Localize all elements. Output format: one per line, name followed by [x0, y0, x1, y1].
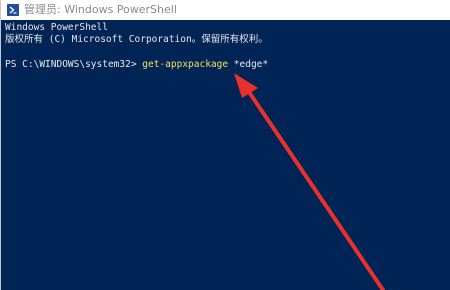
- powershell-icon: [7, 4, 19, 16]
- banner-line-2: 版权所有 (C) Microsoft Corporation。保留所有权利。: [5, 34, 268, 45]
- window-title: 管理员: Windows PowerShell: [24, 3, 177, 16]
- banner-line-1: Windows PowerShell: [5, 22, 108, 33]
- prompt-line: PS C:\WINDOWS\system32> get-appxpackage …: [5, 59, 268, 71]
- title-bar[interactable]: 管理员: Windows PowerShell: [1, 0, 450, 20]
- command-argument: *edge*: [228, 59, 269, 70]
- powershell-window: 管理员: Windows PowerShell Windows PowerShe…: [0, 0, 450, 290]
- prompt-text: PS C:\WINDOWS\system32>: [5, 59, 143, 70]
- command-text: get-appxpackage: [142, 59, 229, 70]
- console-output[interactable]: Windows PowerShell 版权所有 (C) Microsoft Co…: [1, 20, 450, 290]
